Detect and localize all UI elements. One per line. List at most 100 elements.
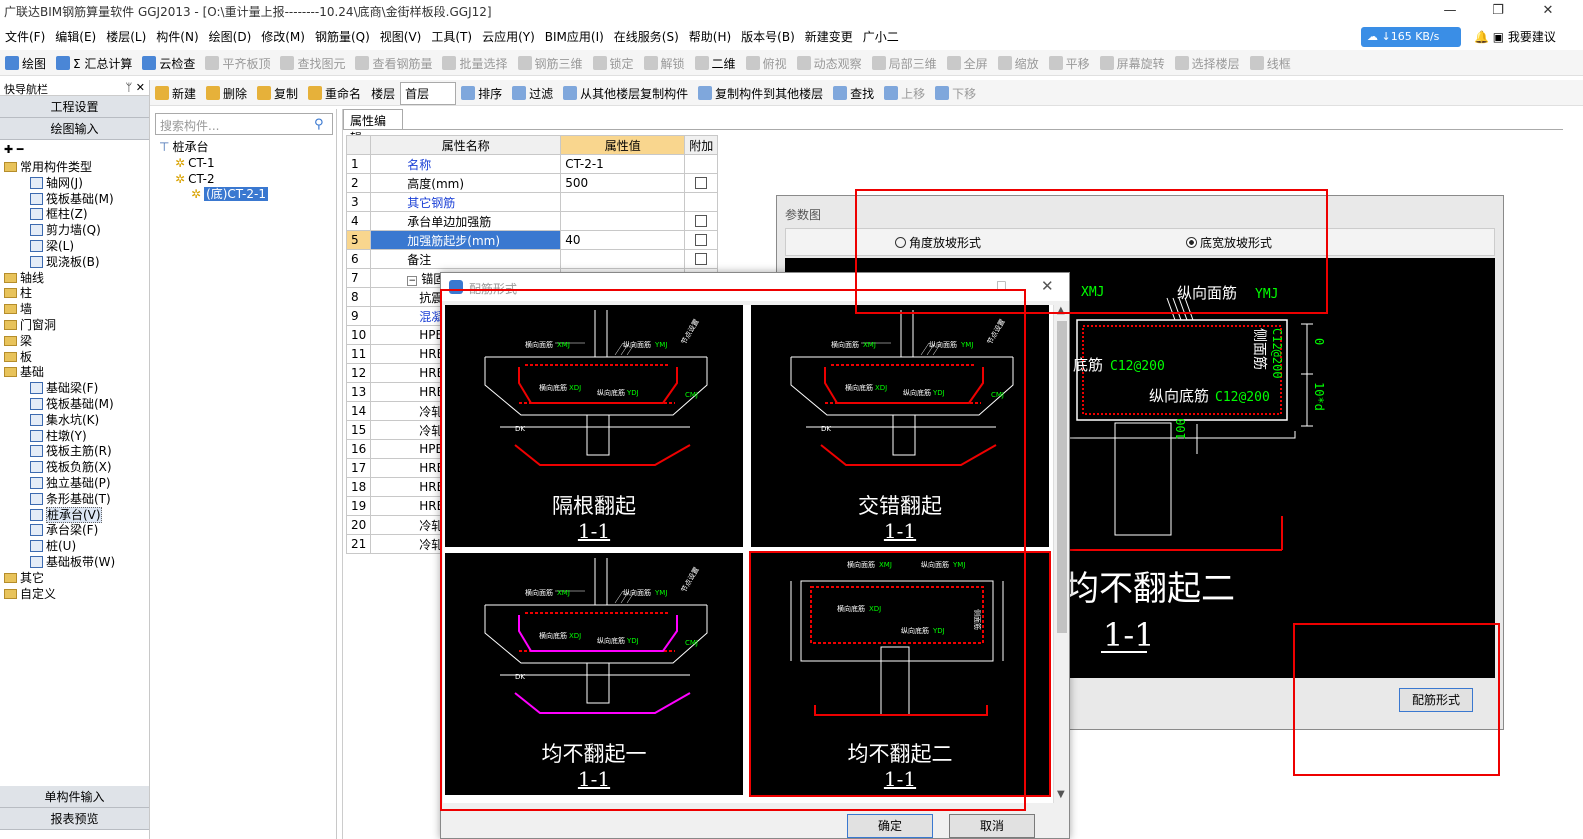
rebar-form-option-0[interactable]: 横向面筋 XMJ 纵向面筋 YMJ 横向底筋 XDJ 纵向底筋 YDJ DK C… [445,305,743,547]
project-settings-button[interactable]: 工程设置 [0,96,149,118]
toolbar-item-10[interactable]: 二维 [690,50,741,75]
cancel-button[interactable]: 取消 [949,814,1035,838]
toolbar2-item-1[interactable]: 删除 [201,80,252,105]
toolbar-item-11[interactable]: 俯视 [741,50,792,75]
toolbar-item-5[interactable]: 查看钢筋量 [350,50,437,75]
component-tree-item[interactable]: ⊤ 桩承台 [159,140,334,156]
toolbar-item-19[interactable]: 线框 [1245,50,1296,75]
toolbar2-item-6[interactable]: 排序 [456,80,507,105]
menu-item-8[interactable]: 工具(T) [426,24,477,49]
extra-checkbox[interactable] [695,253,708,265]
toolbar2-item-8[interactable]: 从其他楼层复制构件 [558,80,693,105]
toolbar-item-15[interactable]: 缩放 [993,50,1044,75]
menu-item-12[interactable]: 帮助(H) [684,24,736,49]
menu-item-3[interactable]: 构件(N) [151,24,203,49]
toolbar2-item-11[interactable]: 上移 [879,80,930,105]
nav-tree-item[interactable]: 柱墩(Y) [0,429,149,445]
expand-collapse-icon[interactable]: ✚ ━ [0,140,149,160]
nav-tree-item[interactable]: 柱 [0,286,149,302]
property-value[interactable]: CT-2-1 [560,154,686,174]
nav-tree-item[interactable]: 独立基础(P) [0,476,149,492]
collapse-icon[interactable]: − [407,275,418,286]
ok-button[interactable]: 确定 [847,814,933,838]
scroll-down-icon[interactable]: ▼ [1057,789,1065,800]
component-tree-item[interactable]: ✲ CT-1 [159,156,334,172]
menu-item-1[interactable]: 编辑(E) [50,24,101,49]
component-tree-item[interactable]: ✲ CT-2 [159,172,334,188]
report-preview-button[interactable]: 报表预览 [0,808,149,830]
rebar-form-button[interactable]: 配筋形式 [1399,688,1473,712]
nav-tree-item[interactable]: 桩承台(V) [0,506,149,524]
nav-tree-item[interactable]: 现浇板(B) [0,255,149,271]
toolbar-item-9[interactable]: 解锁 [639,50,690,75]
toolbar-item-6[interactable]: 批量选择 [437,50,512,75]
nav-tree-item[interactable]: 梁(L) [0,239,149,255]
menu-item-0[interactable]: 文件(F) [0,24,50,49]
minimize-icon[interactable]: — [1430,0,1470,22]
maximize-icon[interactable]: ☐ [996,279,1007,293]
nav-tree-item[interactable]: 剪力墙(Q) [0,223,149,239]
single-component-button[interactable]: 单构件输入 [0,786,149,808]
property-row[interactable]: 1 名称 CT-2-1 [345,154,719,174]
scrollbar-thumb[interactable] [1057,321,1067,633]
nav-tree-item[interactable]: 筏板基础(M) [0,192,149,208]
menu-item-7[interactable]: 视图(V) [375,24,427,49]
radio-base-width-slope[interactable]: 底宽放坡形式 [1186,234,1272,251]
toolbar2-item-2[interactable]: 复制 [252,80,303,105]
radio-angle-slope[interactable]: 角度放坡形式 [895,234,981,251]
nav-tree-item[interactable]: 筏板基础(M) [0,397,149,413]
property-value[interactable]: 40 [560,230,686,250]
dialog-close-icon[interactable]: ✕ [1041,277,1054,295]
property-value[interactable] [560,192,686,212]
extra-checkbox[interactable] [695,215,708,227]
nav-tree-item[interactable]: 基础梁(F) [0,381,149,397]
property-value[interactable]: 500 [560,173,686,193]
rebar-form-option-1[interactable]: 横向面筋 XMJ 纵向面筋 YMJ 横向底筋 XDJ 纵向底筋 YDJ DK C… [751,305,1049,547]
restore-icon[interactable]: ❐ [1478,0,1518,22]
extra-checkbox[interactable] [695,177,708,189]
toolbar-item-16[interactable]: 平移 [1044,50,1095,75]
nav-tree-item[interactable]: 基础 [0,365,149,381]
search-input[interactable]: 搜索构件... [155,113,333,135]
property-row[interactable]: 2 高度(mm) 500 [345,173,719,193]
close-icon[interactable]: ✕ [1528,0,1568,22]
rebar-form-option-3[interactable]: 横向面筋 XMJ 纵向面筋 YMJ 横向底筋 XDJ 纵向底筋 YDJ 侧面筋 均不翻起二 1-… [749,551,1051,797]
toolbar2-item-9[interactable]: 复制构件到其他楼层 [693,80,828,105]
property-row[interactable]: 6 备注 [345,249,719,269]
toolbar2-item-12[interactable]: 下移 [930,80,981,105]
gallery-scrollbar[interactable]: ▲ ▼ [1053,305,1069,803]
nav-tree-item[interactable]: 其它 [0,571,149,587]
menu-item-13[interactable]: 版本号(B) [736,24,800,49]
toolbar-item-2[interactable]: 云检查 [137,50,200,75]
menu-item-5[interactable]: 修改(M) [256,24,310,49]
nav-tree-item[interactable]: 筏板负筋(X) [0,460,149,476]
toolbar-item-12[interactable]: 动态观察 [792,50,867,75]
toolbar-item-0[interactable]: 绘图 [0,50,51,75]
nav-tree-item[interactable]: 自定义 [0,587,149,603]
toolbar-item-14[interactable]: 全屏 [942,50,993,75]
menu-item-4[interactable]: 绘图(D) [204,24,257,49]
scroll-up-icon[interactable]: ▲ [1057,305,1065,316]
toolbar-item-18[interactable]: 选择楼层 [1170,50,1245,75]
property-row[interactable]: 5 加强筋起步(mm) 40 [345,230,719,250]
menu-item-10[interactable]: BIM应用(I) [540,24,609,49]
toolbar-item-17[interactable]: 屏幕旋转 [1095,50,1170,75]
toolbar-item-1[interactable]: Σ 汇总计算 [51,50,137,75]
toolbar2-item-4[interactable]: 楼层 [366,80,400,105]
rebar-form-option-2[interactable]: 横向面筋 XMJ 纵向面筋 YMJ 横向底筋 XDJ 纵向底筋 YDJ DK C… [445,553,743,795]
search-icon[interactable]: ⚲ [314,117,324,132]
nav-tree-item[interactable]: 墙 [0,302,149,318]
nav-tree-item[interactable]: 条形基础(T) [0,492,149,508]
nav-tree-item[interactable]: 桩(U) [0,539,149,555]
drawing-input-button[interactable]: 绘图输入 [0,118,149,140]
toolbar2-item-5[interactable]: 首层 [400,82,457,105]
toolbar-item-7[interactable]: 钢筋三维 [513,50,588,75]
toolbar-item-3[interactable]: 平齐板顶 [200,50,275,75]
menu-item-6[interactable]: 钢筋量(Q) [310,24,375,49]
nav-tree-item[interactable]: 梁 [0,334,149,350]
nav-tree-item[interactable]: 框柱(Z) [0,207,149,223]
toolbar2-item-3[interactable]: 重命名 [303,80,366,105]
property-value[interactable] [560,211,686,231]
nav-tree-item[interactable]: 集水坑(K) [0,413,149,429]
nav-tree-item[interactable]: 轴网(J) [0,176,149,192]
